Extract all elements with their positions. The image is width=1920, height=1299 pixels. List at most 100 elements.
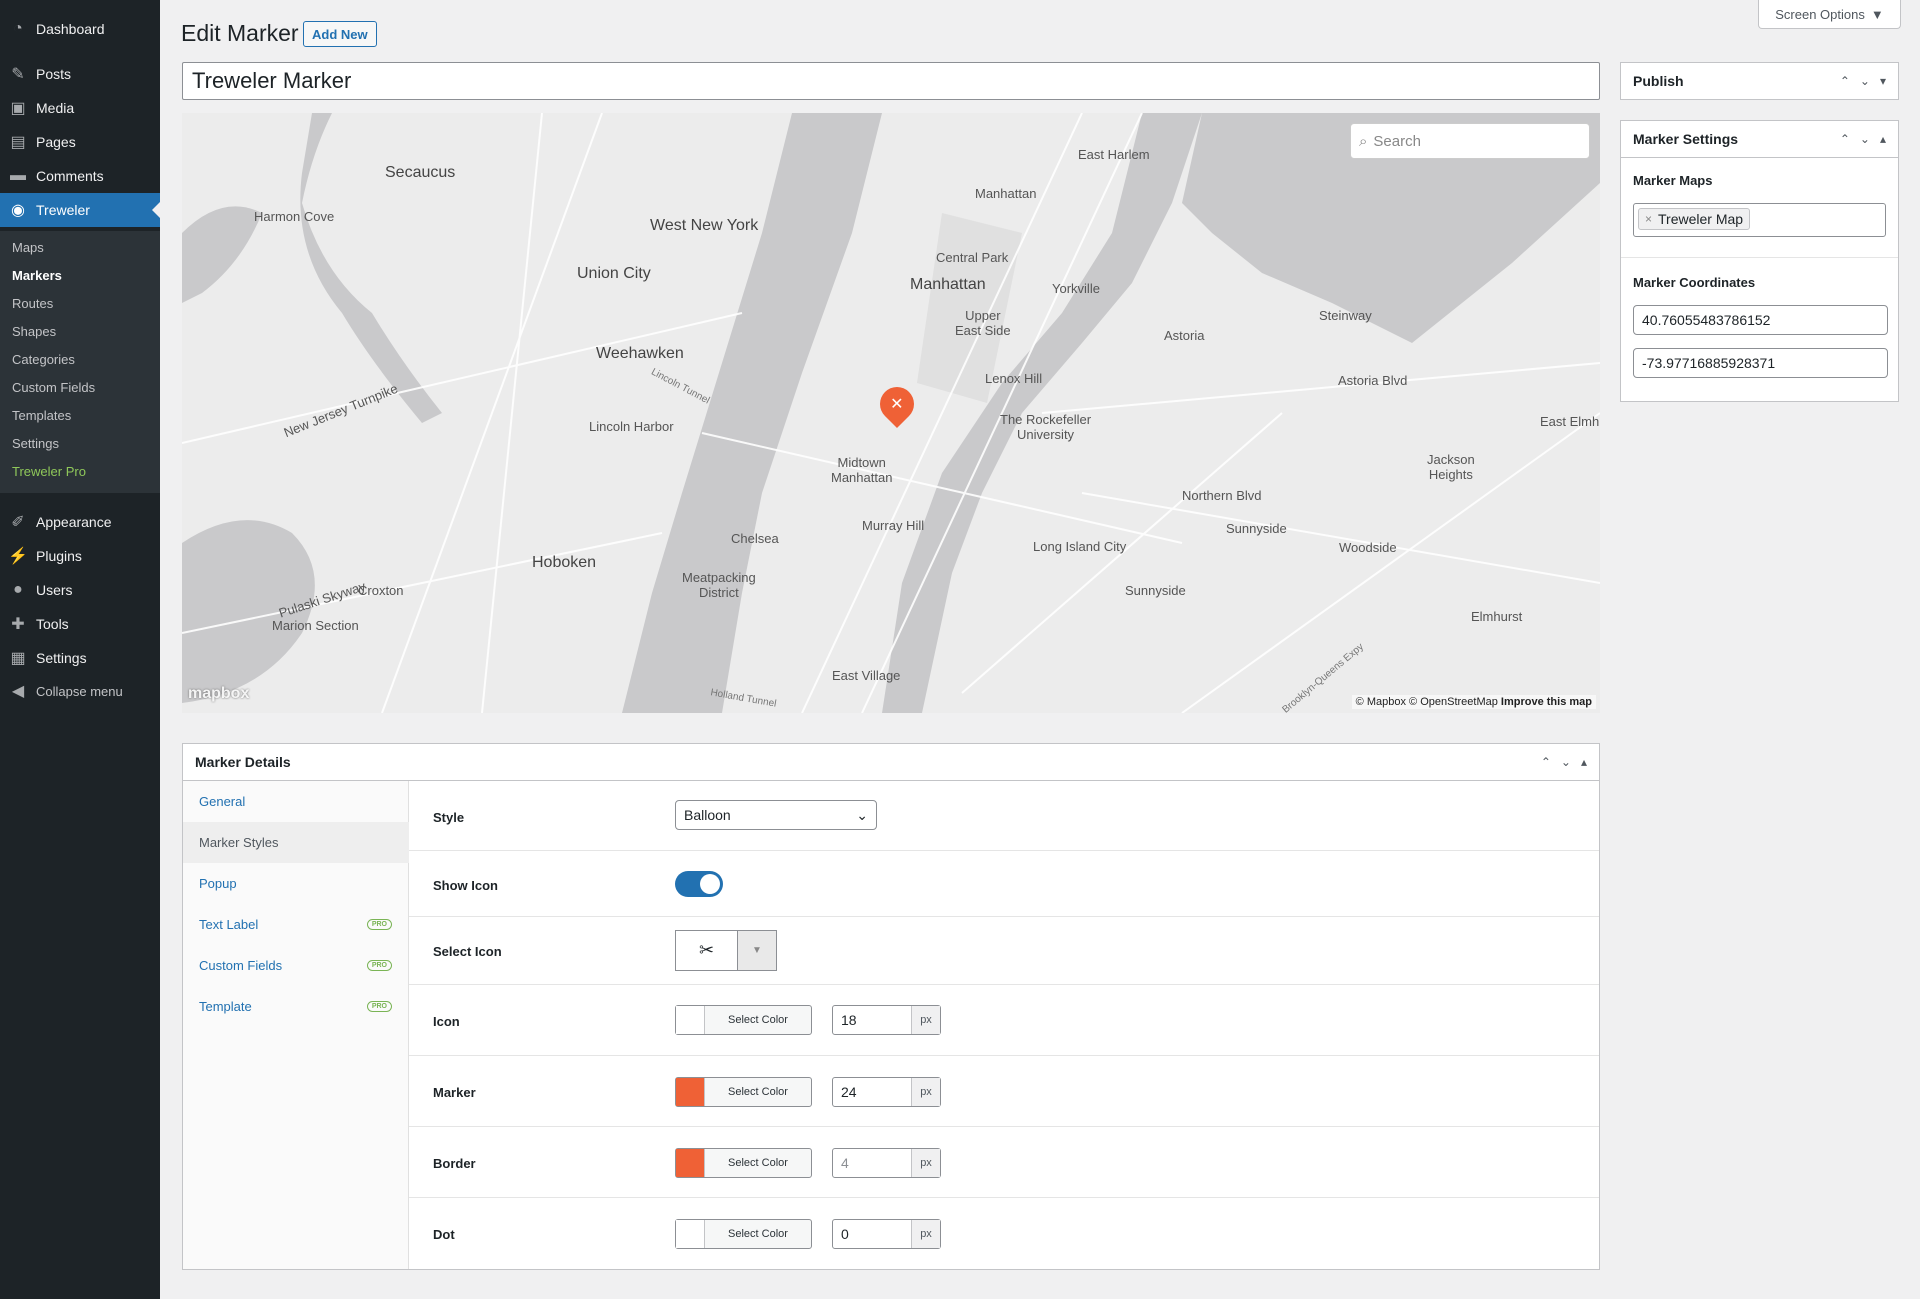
attrib-mapbox[interactable]: © Mapbox bbox=[1356, 696, 1406, 708]
longitude-input[interactable] bbox=[1633, 348, 1888, 378]
marker-style-label: Marker bbox=[433, 1085, 476, 1100]
treweler-submenu: Maps Markers Routes Shapes Categories Cu… bbox=[0, 231, 160, 493]
submenu-shapes[interactable]: Shapes bbox=[12, 324, 56, 339]
map-label: Central Park bbox=[936, 250, 1009, 265]
menu-comments[interactable]: ▬ Comments bbox=[0, 159, 160, 193]
menu-label: Appearance bbox=[36, 514, 112, 530]
screen-options-button[interactable]: Screen Options ▼ bbox=[1758, 0, 1901, 29]
chevron-up-icon[interactable]: ⌃ bbox=[1840, 74, 1850, 88]
dot-color-button[interactable]: Select Color bbox=[675, 1219, 812, 1249]
menu-dashboard[interactable]: ◔ Dashboard bbox=[0, 12, 160, 46]
add-new-button[interactable]: Add New bbox=[303, 21, 377, 47]
tab-label: General bbox=[199, 794, 246, 809]
chevron-down-icon[interactable]: ⌄ bbox=[1860, 74, 1870, 88]
map-label: Lincoln Harbor bbox=[589, 419, 674, 434]
map-label: The Rockefeller University bbox=[1000, 412, 1092, 442]
show-icon-toggle[interactable] bbox=[675, 871, 723, 897]
triangle-down-icon: ▼ bbox=[1870, 6, 1884, 22]
unit-label: px bbox=[911, 1220, 940, 1248]
improve-map-link[interactable]: Improve this map bbox=[1501, 696, 1592, 708]
border-color-button[interactable]: Select Color bbox=[675, 1148, 812, 1178]
menu-treweler[interactable]: ◉ Treweler bbox=[0, 193, 160, 227]
coordinates-label: Marker Coordinates bbox=[1633, 275, 1756, 290]
submenu-custom-fields[interactable]: Custom Fields bbox=[12, 380, 95, 395]
menu-settings[interactable]: ▦ Settings bbox=[0, 641, 160, 675]
map-label: Astoria bbox=[1164, 328, 1205, 343]
triangle-down-icon[interactable]: ▾ bbox=[1880, 74, 1886, 88]
dot-size-input[interactable]: 0 px bbox=[832, 1219, 941, 1249]
submenu-routes[interactable]: Routes bbox=[12, 296, 53, 311]
map-label: Woodside bbox=[1339, 540, 1397, 555]
icon-picker[interactable]: ✂ ▼ bbox=[675, 930, 777, 971]
tab-template[interactable]: Template PRO bbox=[183, 986, 409, 1027]
remove-tag-icon[interactable]: × bbox=[1645, 212, 1652, 226]
tab-text-label[interactable]: Text Label PRO bbox=[183, 904, 409, 945]
submenu-markers[interactable]: Markers bbox=[12, 268, 62, 283]
tab-popup[interactable]: Popup bbox=[183, 863, 409, 904]
icon-color-button[interactable]: Select Color bbox=[675, 1005, 812, 1035]
screen-options-label: Screen Options bbox=[1775, 6, 1865, 22]
unit-label: px bbox=[911, 1078, 940, 1106]
map-tag-label: Treweler Map bbox=[1658, 211, 1744, 227]
submenu-templates[interactable]: Templates bbox=[12, 408, 71, 423]
map-canvas[interactable]: Secaucus Harmon Cove West New York Union… bbox=[182, 113, 1600, 713]
map-label: Jackson Heights bbox=[1427, 452, 1475, 482]
chevron-down-icon[interactable]: ⌄ bbox=[1561, 755, 1571, 769]
brush-icon: ✐ bbox=[11, 514, 25, 531]
marker-size-input[interactable]: 24 px bbox=[832, 1077, 941, 1107]
menu-label: Posts bbox=[36, 66, 72, 82]
triangle-up-icon[interactable]: ▴ bbox=[1581, 755, 1587, 769]
menu-users[interactable]: ● Users bbox=[0, 573, 160, 607]
menu-pages[interactable]: ▤ Pages bbox=[0, 125, 160, 159]
map-label: East Elmhurst bbox=[1540, 414, 1600, 429]
map-search-input[interactable]: ⌕ Search bbox=[1350, 123, 1590, 159]
marker-row: Marker Select Color 24 px bbox=[409, 1056, 1599, 1127]
submenu-maps[interactable]: Maps bbox=[12, 240, 44, 255]
menu-appearance[interactable]: ✐ Appearance bbox=[0, 505, 160, 539]
triangle-down-icon[interactable]: ▼ bbox=[737, 931, 776, 970]
marker-maps-select[interactable]: × Treweler Map bbox=[1633, 203, 1886, 237]
menu-plugins[interactable]: ⚡ Plugins bbox=[0, 539, 160, 573]
submenu-treweler-pro[interactable]: Treweler Pro bbox=[12, 464, 86, 479]
title-input[interactable] bbox=[182, 62, 1600, 100]
tab-custom-fields[interactable]: Custom Fields PRO bbox=[183, 945, 409, 986]
media-icon: ▣ bbox=[10, 100, 26, 117]
select-color-label: Select Color bbox=[728, 1228, 788, 1240]
map-label: Manhattan bbox=[975, 186, 1037, 201]
marker-settings-box: Marker Settings ⌃ ⌄ ▴ Marker Maps × Treweler… bbox=[1620, 120, 1899, 402]
marker-color-button[interactable]: Select Color bbox=[675, 1077, 812, 1107]
map-label: Marion Section bbox=[272, 618, 359, 633]
menu-label: Users bbox=[36, 582, 73, 598]
comments-icon: ▬ bbox=[10, 167, 26, 184]
dot-row: Dot Select Color 0 px bbox=[409, 1198, 1599, 1269]
triangle-up-icon[interactable]: ▴ bbox=[1880, 132, 1886, 146]
map-label: East Harlem bbox=[1078, 147, 1150, 162]
tab-label: Template bbox=[199, 999, 252, 1014]
border-size-input[interactable]: 4 px bbox=[832, 1148, 941, 1178]
submenu-categories[interactable]: Categories bbox=[12, 352, 75, 367]
style-value: Balloon bbox=[684, 807, 731, 823]
menu-media[interactable]: ▣ Media bbox=[0, 91, 160, 125]
submenu-settings[interactable]: Settings bbox=[12, 436, 59, 451]
size-value: 4 bbox=[841, 1155, 849, 1171]
tab-marker-styles[interactable]: Marker Styles bbox=[183, 822, 409, 863]
icon-size-input[interactable]: 18 px bbox=[832, 1005, 941, 1035]
chevron-down-icon[interactable]: ⌄ bbox=[1860, 132, 1870, 146]
search-icon: ⌕ bbox=[1359, 132, 1368, 150]
select-icon-label: Select Icon bbox=[433, 944, 502, 959]
admin-menu: ◔ Dashboard ✎ Posts ▣ Media ▤ Pages ▬ Comment… bbox=[0, 0, 160, 1299]
chevron-up-icon[interactable]: ⌃ bbox=[1541, 755, 1551, 769]
pro-badge: PRO bbox=[366, 960, 392, 971]
collapse-menu[interactable]: ◀ Collapse menu bbox=[0, 674, 160, 708]
marker-maps-label: Marker Maps bbox=[1633, 173, 1713, 188]
chevron-up-icon[interactable]: ⌃ bbox=[1840, 132, 1850, 146]
attrib-osm[interactable]: © OpenStreetMap bbox=[1409, 696, 1498, 708]
color-swatch bbox=[676, 1006, 705, 1034]
tab-general[interactable]: General bbox=[183, 781, 409, 822]
border-row: Border Select Color 4 px bbox=[409, 1127, 1599, 1198]
style-select[interactable]: Balloon ⌄ bbox=[675, 800, 877, 830]
latitude-input[interactable] bbox=[1633, 305, 1888, 335]
menu-posts[interactable]: ✎ Posts bbox=[0, 57, 160, 91]
menu-tools[interactable]: ✚ Tools bbox=[0, 607, 160, 641]
menu-label: Media bbox=[36, 100, 75, 116]
